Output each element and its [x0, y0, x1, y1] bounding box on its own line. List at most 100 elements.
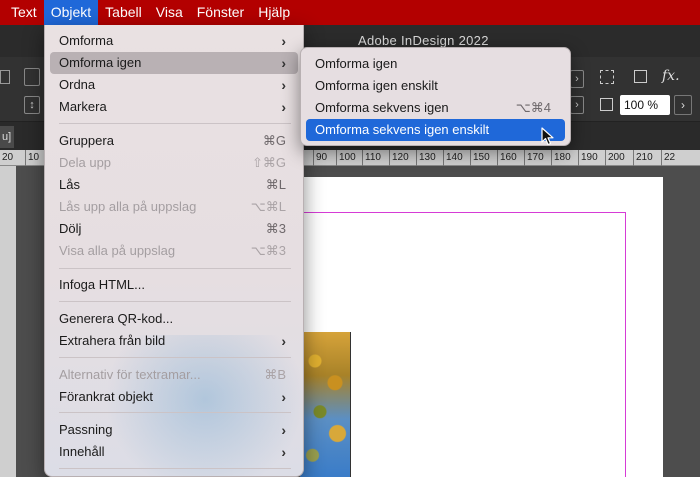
menu-item-shortcut: ⌥⌘L — [250, 199, 286, 214]
menu-separator — [59, 268, 291, 269]
ruler-label: 150 — [470, 150, 490, 166]
menu-item-label: Lås — [59, 177, 80, 192]
menu-hjalp[interactable]: Hjälp — [251, 0, 297, 25]
margin-guide — [625, 212, 626, 477]
submenu-item-omforma-sekvens-igen-enskilt[interactable]: Omforma sekvens igen enskilt — [306, 119, 565, 141]
submenu-item-omforma-igen[interactable]: Omforma igen — [306, 53, 565, 75]
menu-separator — [59, 357, 291, 358]
ruler-label: 160 — [497, 150, 517, 166]
menu-item-innehall[interactable]: Innehåll › — [50, 441, 298, 463]
ruler-label: 110 — [362, 150, 381, 166]
menu-item-infoga-html[interactable]: Infoga HTML... — [50, 274, 298, 296]
menu-item-label: Förankrat objekt — [59, 389, 153, 404]
menu-item-shortcut: ⇧⌘G — [251, 155, 286, 170]
objekt-menu: Omforma › Omforma igen › Ordna › Markera… — [44, 25, 304, 477]
menu-item-shortcut: ⌘L — [265, 177, 286, 192]
menu-item-label: Visa alla på uppslag — [59, 243, 176, 258]
menu-item-label: Dela upp — [59, 155, 112, 170]
menu-item-label: Passning — [59, 422, 113, 437]
stroke-square-icon[interactable] — [634, 70, 647, 83]
menu-item-extrahera[interactable]: Extrahera från bild › — [50, 330, 298, 352]
menu-objekt[interactable]: Objekt — [43, 0, 99, 25]
menu-item-label: Lås upp alla på uppslag — [59, 199, 197, 214]
menu-item-label: Ordna — [59, 77, 96, 92]
menu-fonster[interactable]: Fönster — [190, 0, 251, 25]
menu-item-dolj[interactable]: Dölj ⌘3 — [50, 218, 298, 240]
ruler-label: 210 — [633, 150, 653, 166]
menu-item-las[interactable]: Lås ⌘L — [50, 174, 298, 196]
chevron-right-icon: › — [281, 33, 286, 49]
chevron-right-icon: › — [281, 77, 286, 93]
submenu-item-label: Omforma sekvens igen enskilt — [315, 122, 490, 137]
menu-item-omforma-igen[interactable]: Omforma igen › — [50, 52, 298, 74]
submenu-item-shortcut: ⌥⌘4 — [515, 100, 551, 115]
menu-text[interactable]: Text — [0, 0, 44, 25]
menu-item-label: Innehåll — [59, 444, 105, 459]
omforma-igen-submenu: Omforma igen Omforma igen enskilt Omform… — [300, 47, 571, 146]
menu-separator — [59, 301, 291, 302]
menu-item-shortcut: ⌥⌘3 — [250, 243, 286, 258]
menu-item-omforma[interactable]: Omforma › — [50, 30, 298, 52]
menu-item-shortcut: ⌘G — [262, 133, 286, 148]
ruler-label: 130 — [416, 150, 436, 166]
document-page[interactable] — [300, 177, 663, 477]
margin-guide — [300, 212, 626, 213]
transform-field-icon[interactable] — [24, 68, 40, 86]
vertical-ruler — [0, 166, 16, 477]
stepper-icon[interactable]: › — [570, 96, 584, 114]
chevron-right-icon: › — [281, 422, 286, 438]
submenu-item-omforma-sekvens-igen[interactable]: Omforma sekvens igen ⌥⌘4 — [306, 97, 565, 119]
menu-item-label: Markera — [59, 99, 107, 114]
menu-item-label: Generera QR-kod... — [59, 311, 174, 326]
chevron-right-icon: › — [281, 99, 286, 115]
ruler-label: 140 — [443, 150, 463, 166]
scale-percent-field[interactable]: 100 % — [620, 95, 670, 115]
menu-item-visa-alla[interactable]: Visa alla på uppslag ⌥⌘3 — [50, 240, 298, 262]
menu-item-shortcut: ⌘B — [264, 367, 286, 382]
mouse-pointer-icon — [541, 127, 554, 146]
ruler-label: 190 — [578, 150, 598, 166]
menu-item-textramar[interactable]: Alternativ för textramar... ⌘B — [50, 364, 298, 386]
menu-item-label: Dölj — [59, 221, 82, 236]
submenu-item-label: Omforma igen — [315, 56, 398, 71]
effects-fx-icon[interactable]: fx. — [662, 68, 680, 84]
menu-item-label: Extrahera från bild — [59, 333, 166, 348]
chevron-right-icon[interactable]: › — [674, 95, 692, 115]
menu-separator — [59, 468, 291, 469]
menu-item-las-upp-alla[interactable]: Lås upp alla på uppslag ⌥⌘L — [50, 196, 298, 218]
menu-tabell[interactable]: Tabell — [98, 0, 149, 25]
submenu-item-label: Omforma igen enskilt — [315, 78, 438, 93]
menu-visa[interactable]: Visa — [149, 0, 190, 25]
menu-item-generera-qr[interactable]: Generera QR-kod... — [50, 308, 298, 330]
ruler-label: 180 — [551, 150, 571, 166]
app-title: Adobe InDesign 2022 — [358, 33, 489, 48]
ruler-label: 20 — [2, 152, 14, 163]
document-tab[interactable]: u] — [0, 126, 14, 148]
menu-item-dela-upp[interactable]: Dela upp ⇧⌘G — [50, 152, 298, 174]
menu-separator — [59, 123, 291, 124]
frame-fitting-icon[interactable] — [600, 70, 614, 84]
chevron-right-icon: › — [281, 55, 286, 71]
submenu-item-label: Omforma sekvens igen — [315, 100, 449, 115]
ruler-label: 200 — [605, 150, 625, 166]
menu-item-ordna[interactable]: Ordna › — [50, 74, 298, 96]
reference-point-icon[interactable] — [0, 70, 10, 84]
menu-item-forankrat[interactable]: Förankrat objekt › — [50, 386, 298, 408]
submenu-item-omforma-igen-enskilt[interactable]: Omforma igen enskilt — [306, 75, 565, 97]
menu-item-markera[interactable]: Markera › — [50, 96, 298, 118]
chevron-right-icon: › — [281, 389, 286, 405]
ruler-label: 22 — [660, 150, 676, 166]
menu-item-label: Omforma igen — [59, 55, 142, 70]
scale-lock-icon[interactable]: ↕ — [24, 96, 40, 114]
menu-item-label: Infoga HTML... — [59, 277, 145, 292]
stepper-icon[interactable]: › — [570, 70, 584, 88]
menu-item-passning[interactable]: Passning › — [50, 419, 298, 441]
menu-item-gruppera[interactable]: Gruppera ⌘G — [50, 130, 298, 152]
ruler-label: 90 — [312, 150, 328, 166]
ruler-label: 100 — [336, 150, 356, 166]
menu-item-label: Alternativ för textramar... — [59, 367, 201, 382]
menu-item-label: Omforma — [59, 33, 114, 48]
ruler-label: 120 — [389, 150, 409, 166]
placed-image[interactable] — [300, 332, 351, 477]
scale-icon — [600, 98, 613, 111]
